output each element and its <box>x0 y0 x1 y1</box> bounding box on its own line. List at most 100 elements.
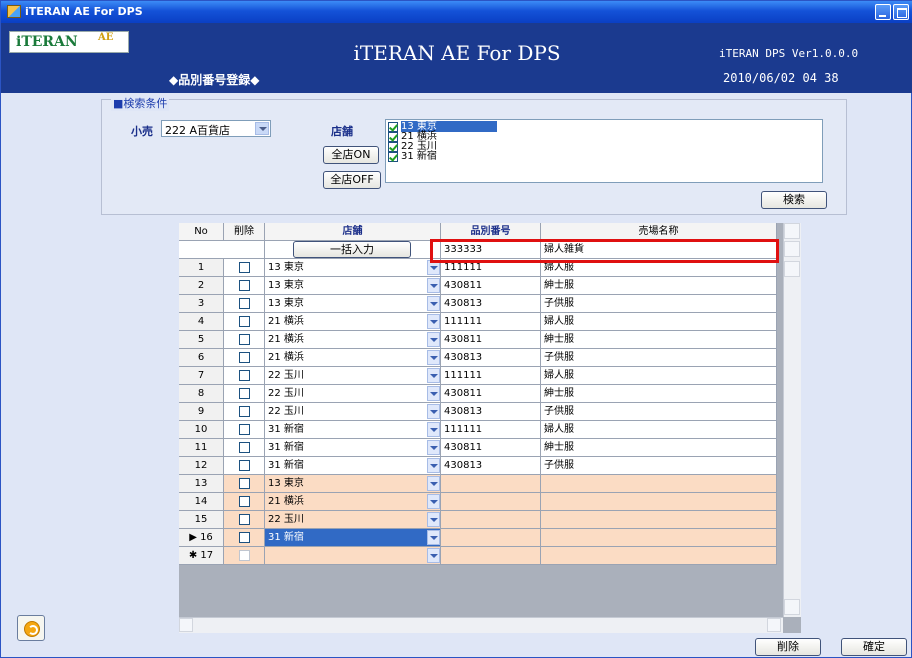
checkbox-checked-icon[interactable] <box>388 152 398 162</box>
store-cell[interactable]: 21 横浜 <box>265 313 441 331</box>
chevron-down-icon[interactable] <box>427 530 440 545</box>
delete-checkbox[interactable] <box>238 369 250 381</box>
chevron-down-icon[interactable] <box>427 494 440 509</box>
delete-checkbox[interactable] <box>238 279 250 291</box>
scroll-left-icon[interactable] <box>179 618 193 632</box>
floor-name-cell[interactable]: 紳士服 <box>541 331 777 349</box>
store-cell[interactable]: 21 横浜 <box>265 349 441 367</box>
minimize-button[interactable] <box>875 4 891 20</box>
floor-name-cell[interactable] <box>541 529 777 547</box>
retail-select[interactable]: 222 A百貨店 <box>161 120 271 137</box>
store-cell[interactable]: 22 玉川 <box>265 403 441 421</box>
product-no-cell[interactable] <box>441 511 541 529</box>
store-cell[interactable]: 31 新宿 <box>265 421 441 439</box>
delete-checkbox[interactable] <box>238 423 250 435</box>
scroll-right-icon[interactable] <box>767 618 781 632</box>
scroll-down-icon[interactable] <box>784 241 800 257</box>
checkbox-checked-icon[interactable] <box>388 122 398 132</box>
product-no-cell[interactable] <box>441 547 541 565</box>
product-no-cell[interactable] <box>441 493 541 511</box>
delete-checkbox[interactable] <box>238 531 250 543</box>
product-no-cell[interactable]: 430811 <box>441 331 541 349</box>
store-cell[interactable] <box>265 547 441 565</box>
product-no-cell[interactable]: 111111 <box>441 313 541 331</box>
chevron-down-icon[interactable] <box>427 296 440 311</box>
delete-checkbox[interactable] <box>238 333 250 345</box>
delete-checkbox[interactable] <box>238 405 250 417</box>
chevron-down-icon[interactable] <box>427 368 440 383</box>
floor-name-cell[interactable]: 紳士服 <box>541 439 777 457</box>
chevron-down-icon[interactable] <box>427 548 440 563</box>
chevron-down-icon[interactable] <box>427 350 440 365</box>
chevron-down-icon[interactable] <box>427 422 440 437</box>
product-no-cell[interactable]: 430813 <box>441 349 541 367</box>
floor-name-cell[interactable]: 子供服 <box>541 295 777 313</box>
floor-name-cell[interactable]: 子供服 <box>541 349 777 367</box>
maximize-button[interactable] <box>893 4 909 20</box>
checkbox-checked-icon[interactable] <box>388 132 398 142</box>
chevron-down-icon[interactable] <box>427 458 440 473</box>
product-no-cell[interactable]: 430813 <box>441 295 541 313</box>
chevron-down-icon[interactable] <box>427 278 440 293</box>
horizontal-scrollbar[interactable] <box>179 617 783 633</box>
store-item[interactable]: 31 新宿 <box>388 152 437 163</box>
store-cell[interactable]: 22 玉川 <box>265 367 441 385</box>
floor-name-cell[interactable]: 紳士服 <box>541 385 777 403</box>
delete-checkbox[interactable] <box>238 297 250 309</box>
search-button[interactable]: 検索 <box>761 191 827 209</box>
delete-checkbox[interactable] <box>238 459 250 471</box>
confirm-button[interactable]: 確定 <box>841 638 907 656</box>
floor-name-cell[interactable] <box>541 511 777 529</box>
floor-name-cell[interactable]: 子供服 <box>541 403 777 421</box>
product-no-cell[interactable] <box>441 529 541 547</box>
back-button[interactable] <box>17 615 45 641</box>
floor-name-cell[interactable] <box>541 475 777 493</box>
product-no-cell[interactable]: 111111 <box>441 421 541 439</box>
store-checklist[interactable]: 13 東京 21 横浜 22 玉川 31 新宿 <box>385 119 823 183</box>
store-cell[interactable]: 31 新宿 <box>265 457 441 475</box>
scroll-down-icon[interactable] <box>784 599 800 615</box>
store-cell[interactable]: 31 新宿 <box>265 439 441 457</box>
chevron-down-icon[interactable] <box>427 440 440 455</box>
chevron-down-icon[interactable] <box>427 512 440 527</box>
product-no-cell[interactable]: 430813 <box>441 403 541 421</box>
col-header-store[interactable]: 店舗 <box>265 223 441 241</box>
title-bar[interactable]: iTERAN AE For DPS <box>1 1 912 23</box>
chevron-down-icon[interactable] <box>427 476 440 491</box>
delete-checkbox[interactable] <box>238 495 250 507</box>
floor-name-cell[interactable]: 婦人服 <box>541 313 777 331</box>
scroll-up-icon[interactable] <box>784 261 800 277</box>
delete-checkbox[interactable] <box>238 387 250 399</box>
store-cell[interactable]: 13 東京 <box>265 277 441 295</box>
delete-checkbox[interactable] <box>238 549 250 561</box>
floor-name-cell[interactable]: 紳士服 <box>541 277 777 295</box>
delete-checkbox[interactable] <box>238 513 250 525</box>
delete-checkbox[interactable] <box>238 477 250 489</box>
product-no-cell[interactable] <box>441 475 541 493</box>
store-cell[interactable]: 13 東京 <box>265 295 441 313</box>
data-grid[interactable]: No 削除 店舗 品別番号 売場名称 一括入力 333333 婦人雑貨 1 13 … <box>179 223 801 633</box>
store-cell[interactable]: 21 横浜 <box>265 493 441 511</box>
scroll-up-icon[interactable] <box>784 223 800 239</box>
delete-checkbox[interactable] <box>238 315 250 327</box>
chevron-down-icon[interactable] <box>255 122 269 135</box>
chevron-down-icon[interactable] <box>427 332 440 347</box>
product-no-cell[interactable]: 430811 <box>441 385 541 403</box>
floor-name-cell[interactable] <box>541 493 777 511</box>
product-no-cell[interactable]: 430811 <box>441 439 541 457</box>
delete-checkbox[interactable] <box>238 351 250 363</box>
delete-checkbox[interactable] <box>238 261 250 273</box>
store-cell[interactable]: 31 新宿 <box>265 529 441 547</box>
all-on-button[interactable]: 全店ON <box>323 146 379 164</box>
vertical-scrollbar[interactable] <box>783 223 801 617</box>
store-cell[interactable]: 13 東京 <box>265 259 441 277</box>
floor-name-cell[interactable]: 婦人服 <box>541 367 777 385</box>
chevron-down-icon[interactable] <box>427 314 440 329</box>
floor-name-cell[interactable]: 子供服 <box>541 457 777 475</box>
delete-checkbox[interactable] <box>238 441 250 453</box>
store-cell[interactable]: 13 東京 <box>265 475 441 493</box>
delete-button[interactable]: 削除 <box>755 638 821 656</box>
bulk-input-button[interactable]: 一括入力 <box>293 241 411 258</box>
product-no-cell[interactable]: 111111 <box>441 367 541 385</box>
floor-name-cell[interactable] <box>541 547 777 565</box>
